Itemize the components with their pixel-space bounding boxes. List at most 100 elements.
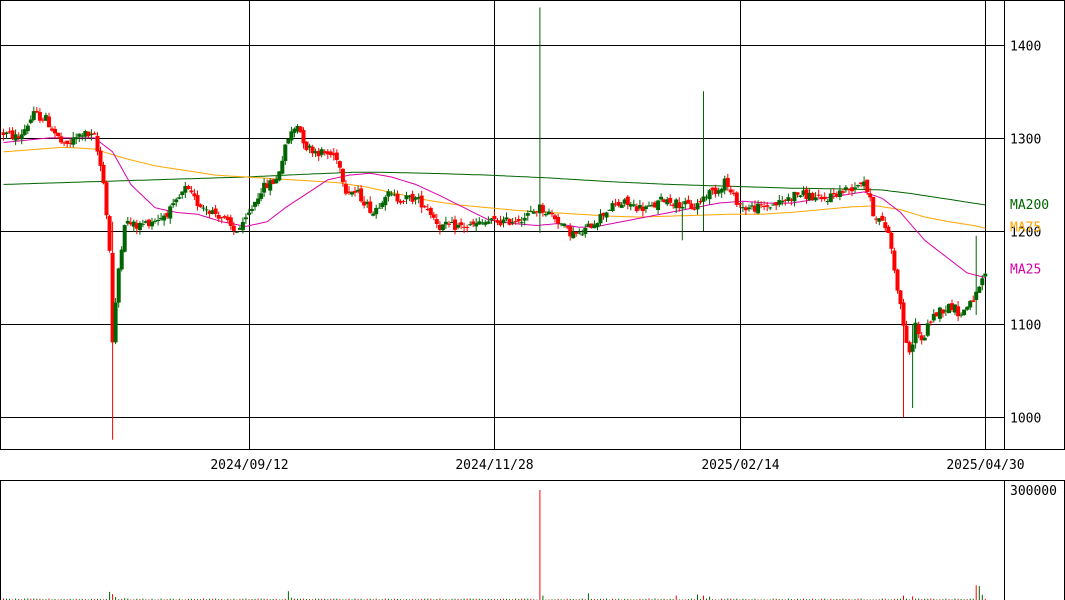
candle-body: [47, 116, 51, 128]
candle-body: [513, 221, 518, 223]
candle-body: [440, 224, 445, 230]
candle-body: [174, 199, 179, 203]
candle-body: [19, 134, 24, 140]
candle-body: [562, 223, 567, 226]
candle-body: [974, 291, 979, 300]
candle-body: [95, 135, 100, 152]
candle-body: [910, 344, 915, 352]
candle-body: [507, 218, 512, 225]
x-tick-label: 2025/04/30: [946, 458, 1024, 473]
candle-body: [374, 208, 379, 215]
y-tick-label: 1400: [1010, 40, 1041, 55]
candle-body: [231, 225, 236, 231]
candle-body: [465, 227, 470, 229]
candle-body: [865, 179, 870, 192]
candle-body: [456, 224, 461, 228]
candle-body: [550, 213, 554, 215]
candle-body: [140, 223, 145, 225]
candle-body: [186, 186, 191, 189]
candle-body: [168, 206, 173, 219]
candle-body: [201, 207, 206, 209]
candle-body: [813, 197, 818, 201]
candle-body: [659, 196, 664, 200]
x-tick-label: 2024/11/28: [455, 458, 533, 473]
candle-body: [577, 232, 582, 234]
y-tick-label: 1300: [1010, 133, 1041, 148]
candle-body: [37, 112, 42, 121]
candle-body: [728, 189, 733, 193]
candle-body: [604, 212, 609, 218]
candle-body: [119, 249, 124, 270]
candle-body: [240, 221, 245, 231]
candle-body: [892, 250, 897, 271]
candle-body: [901, 302, 906, 326]
candle-body: [525, 213, 530, 216]
candle-body: [53, 128, 57, 134]
candle-body: [56, 132, 61, 136]
candle-body: [707, 190, 712, 200]
candle-body: [522, 217, 527, 221]
candle-body: [922, 337, 927, 341]
candle-body: [643, 206, 648, 210]
candle-body: [656, 200, 661, 210]
candle-body: [468, 224, 473, 226]
candle-body: [116, 268, 121, 303]
candle-body: [886, 226, 891, 233]
candle-body: [777, 200, 782, 205]
candle-body: [556, 217, 561, 224]
candle-body: [747, 207, 751, 210]
candle-body: [795, 192, 800, 195]
candle-body: [519, 222, 524, 224]
candle-body: [453, 219, 457, 230]
candle-body: [368, 201, 373, 213]
candle-body: [822, 196, 827, 200]
candle-body: [359, 188, 364, 202]
candle-body: [898, 290, 903, 305]
candle-body: [259, 193, 264, 199]
candle-body: [780, 201, 785, 203]
candle-body: [198, 204, 203, 208]
candle-body: [280, 160, 285, 174]
candle-body: [340, 168, 345, 183]
candle-body: [925, 323, 930, 336]
candle-body: [486, 221, 491, 224]
candle-body: [4, 132, 9, 134]
candle-body: [928, 321, 933, 323]
candle-body: [283, 144, 288, 161]
candle-body: [759, 204, 764, 206]
candle-body: [619, 204, 624, 208]
candle-body: [25, 125, 30, 132]
candle-body: [871, 197, 876, 217]
candle-body: [853, 187, 857, 189]
candle-body: [334, 152, 339, 160]
candle-body: [543, 214, 548, 216]
candle-body: [419, 195, 424, 208]
candle-body: [447, 223, 451, 225]
y-tick-label: 1000: [1010, 412, 1041, 427]
candle-body: [28, 119, 33, 123]
candle-body: [625, 196, 630, 205]
date-axis: 2024/09/12 2024/11/28 2025/02/14 2025/04/30: [210, 458, 1024, 473]
candle-body: [204, 209, 209, 211]
y-tick-label: 1100: [1010, 319, 1041, 334]
legend-ma200: MA200: [1010, 198, 1049, 213]
candle-body: [768, 207, 773, 209]
volume-tick-label: 300000: [1010, 484, 1057, 499]
candle-body: [510, 222, 515, 224]
candle-body: [383, 197, 388, 206]
volume-panel: 300000: [0, 480, 1065, 600]
candle-body: [916, 324, 921, 335]
candle-body: [150, 221, 154, 227]
candle-body: [337, 161, 342, 168]
candle-body: [228, 217, 233, 226]
candle-body: [816, 194, 821, 196]
candle-body: [401, 200, 406, 202]
candle-body: [395, 194, 400, 202]
legend-ma25: MA25: [1010, 262, 1041, 277]
candle-body: [889, 232, 894, 249]
candle-body: [59, 136, 64, 143]
candle-body: [428, 208, 433, 215]
candle-body: [104, 182, 109, 216]
candle-body: [668, 197, 673, 203]
candle-body: [213, 208, 218, 214]
